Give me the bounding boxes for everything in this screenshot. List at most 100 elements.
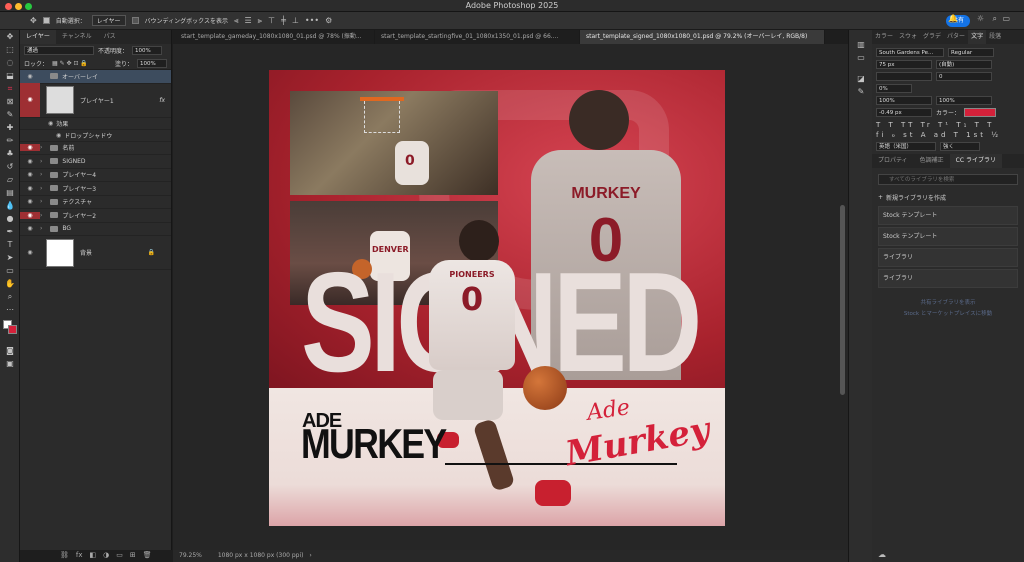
- layer-background[interactable]: ◉ 背景 🔒: [20, 236, 171, 270]
- shape-tool[interactable]: ▭: [0, 264, 20, 277]
- tab-character[interactable]: 文字: [968, 30, 987, 44]
- marquee-tool[interactable]: ⬚: [0, 43, 20, 56]
- align-top-icon[interactable]: ⊤: [268, 16, 275, 25]
- search-icon[interactable]: ⌕: [993, 14, 997, 24]
- new-layer-icon[interactable]: ⊞: [130, 551, 136, 559]
- library-item[interactable]: ライブラリ: [878, 269, 1018, 288]
- blur-tool[interactable]: 💧: [0, 199, 20, 212]
- zoom-level[interactable]: 79.25%: [179, 552, 202, 559]
- eye-icon[interactable]: ◉: [20, 83, 40, 117]
- eye-icon[interactable]: ◉: [20, 185, 40, 192]
- eye-icon[interactable]: ◉: [20, 249, 40, 256]
- font-family-select[interactable]: South Gardens Pe...: [876, 48, 944, 57]
- screen-mode-icon[interactable]: ▣: [0, 357, 20, 370]
- move-tool[interactable]: ✥: [0, 30, 20, 43]
- align-center-icon[interactable]: ☰: [244, 16, 251, 25]
- kerning-field[interactable]: [876, 72, 932, 81]
- opacity-field[interactable]: 100%: [132, 46, 163, 55]
- shared-library-link[interactable]: 共有ライブラリを表示: [872, 298, 1024, 306]
- eye-icon[interactable]: ◉: [20, 198, 40, 205]
- quick-mask-icon[interactable]: ◙: [0, 344, 20, 357]
- opentype-buttons[interactable]: fi ℴ st A ad T 1st ½: [876, 131, 1020, 139]
- eye-icon[interactable]: ◉: [20, 225, 40, 232]
- new-library-button[interactable]: + 新規ライブラリを作成: [872, 191, 1024, 204]
- fx-icon[interactable]: fx: [76, 551, 83, 559]
- layer-player3[interactable]: ◉ › プレイヤー3: [20, 182, 171, 196]
- baseline-shift-field[interactable]: -0.49 px: [876, 108, 932, 117]
- tab-adjustments[interactable]: 色調補正: [914, 154, 950, 168]
- eye-icon[interactable]: ◉: [20, 158, 40, 165]
- workspace-icon[interactable]: ▭: [1002, 14, 1010, 23]
- stamp-tool[interactable]: ♣: [0, 147, 20, 160]
- type-style-buttons[interactable]: T T TT Tr T¹ T₁ T T: [876, 121, 1020, 129]
- layer-player4[interactable]: ◉ › プレイヤー4: [20, 169, 171, 182]
- leading-field[interactable]: (自動): [936, 60, 992, 69]
- layer-overlay[interactable]: ◉ オーバーレイ: [20, 70, 171, 84]
- brush-tool[interactable]: ✏: [0, 134, 20, 147]
- chevron-right-icon[interactable]: ›: [40, 185, 42, 192]
- tsume-field[interactable]: 0%: [876, 84, 912, 93]
- chevron-right-icon[interactable]: ›: [40, 144, 42, 151]
- language-select[interactable]: 英語（米国）: [876, 142, 936, 151]
- tab-gradients[interactable]: グラデ: [920, 30, 944, 44]
- vertical-scale-field[interactable]: 100%: [876, 96, 932, 105]
- healing-tool[interactable]: ✚: [0, 121, 20, 134]
- tab-signed[interactable]: start_template_signed_1080x1080_01.psd @…: [580, 30, 825, 44]
- eye-icon[interactable]: ◉: [48, 120, 53, 127]
- frame-tool[interactable]: ⊠: [0, 95, 20, 108]
- font-style-select[interactable]: Regular: [948, 48, 994, 57]
- layer-player1[interactable]: ◉ プレイヤー1 fx: [20, 83, 171, 118]
- trash-icon[interactable]: 🗑: [143, 551, 152, 559]
- zoom-tool[interactable]: ⌕: [0, 290, 20, 303]
- tracking-field[interactable]: 0: [936, 72, 992, 81]
- crop-tool[interactable]: ⌗: [0, 82, 20, 95]
- zoom-window-button[interactable]: [25, 3, 32, 10]
- cloud-icon[interactable]: ☁: [878, 550, 886, 559]
- history-panel-icon[interactable]: ▥: [849, 38, 873, 51]
- auto-select-target-dropdown[interactable]: レイヤー: [91, 15, 126, 26]
- tab-layers[interactable]: レイヤー: [20, 30, 56, 44]
- eraser-tool[interactable]: ▱: [0, 173, 20, 186]
- align-left-icon[interactable]: ⫷: [234, 16, 239, 26]
- fx-badge[interactable]: fx: [159, 97, 165, 104]
- lasso-tool[interactable]: ◌: [0, 56, 20, 69]
- vertical-scrollbar[interactable]: [840, 205, 845, 395]
- library-search-input[interactable]: [878, 174, 1018, 185]
- link-icon[interactable]: ⛓: [60, 551, 69, 559]
- blend-mode-select[interactable]: 通過: [24, 46, 94, 55]
- minimize-window-button[interactable]: [15, 3, 22, 10]
- eye-icon[interactable]: ◉: [20, 144, 40, 152]
- comments-panel-icon[interactable]: ▭: [849, 51, 873, 64]
- library-item[interactable]: Stock テンプレート: [878, 227, 1018, 246]
- text-color-swatch[interactable]: [964, 108, 997, 117]
- tab-startingfive[interactable]: start_template_startingfive_01_1080x1350…: [375, 30, 580, 44]
- align-right-icon[interactable]: ⫸: [258, 16, 263, 26]
- pen-tool[interactable]: ✒: [0, 225, 20, 238]
- library-item[interactable]: ライブラリ: [878, 248, 1018, 267]
- chevron-right-icon[interactable]: ›: [40, 225, 42, 232]
- layer-name[interactable]: ◉ › 名前: [20, 142, 171, 155]
- tab-cc-libraries[interactable]: CC ライブラリ: [949, 154, 1002, 168]
- auto-select-checkbox[interactable]: [42, 17, 50, 24]
- dodge-tool[interactable]: ●: [0, 212, 20, 225]
- document-info[interactable]: 1080 px x 1080 px (300 ppi): [218, 552, 304, 559]
- lock-icons[interactable]: ▦ ✎ ✥ ⊡ 🔒: [52, 60, 88, 67]
- tab-gameday[interactable]: start_template_gameday_1080x1080_01.psd …: [175, 30, 375, 44]
- background-color[interactable]: [8, 325, 17, 334]
- chevron-right-icon[interactable]: ›: [40, 212, 42, 219]
- align-bottom-icon[interactable]: ⊥: [292, 16, 299, 25]
- tab-paths[interactable]: パス: [98, 30, 122, 44]
- chevron-right-icon[interactable]: ›: [309, 552, 311, 559]
- chevron-right-icon[interactable]: ›: [40, 198, 42, 205]
- chevron-right-icon[interactable]: ›: [40, 158, 42, 165]
- horizontal-scale-field[interactable]: 100%: [936, 96, 992, 105]
- tab-paragraph[interactable]: 段落: [986, 30, 1004, 44]
- font-size-field[interactable]: 75 px: [876, 60, 932, 69]
- tab-properties[interactable]: プロパティ: [872, 154, 914, 168]
- close-window-button[interactable]: [5, 3, 12, 10]
- mask-icon[interactable]: ◧: [90, 551, 97, 559]
- layer-signed[interactable]: ◉ › SIGNED: [20, 155, 171, 169]
- lightbulb-icon[interactable]: ☼: [977, 14, 984, 23]
- path-select-tool[interactable]: ➤: [0, 251, 20, 264]
- layer-texture[interactable]: ◉ › テクスチャ: [20, 196, 171, 209]
